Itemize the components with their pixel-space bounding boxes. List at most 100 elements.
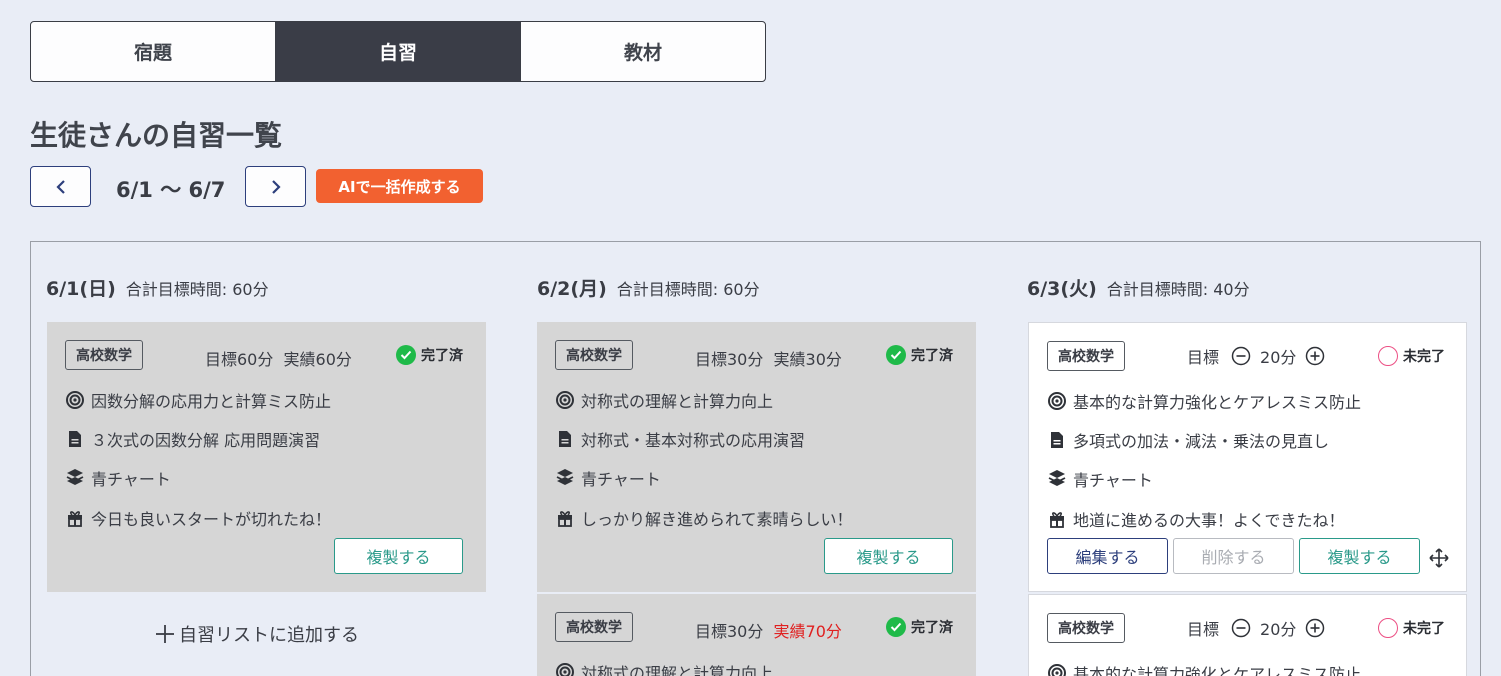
- goal-text: 対称式の理解と計算力向上: [581, 664, 774, 676]
- material-row: 青チャート: [555, 466, 661, 490]
- add-label: 自習リストに追加する: [179, 625, 359, 646]
- target-time: 目標30分: [695, 350, 764, 369]
- goal-row: 因数分解の応用力と計算ミス防止: [65, 388, 331, 412]
- target-icon: [1047, 663, 1067, 676]
- minus-circle-icon[interactable]: [1231, 618, 1251, 638]
- minutes-value: 20分: [1260, 348, 1297, 367]
- goal-text: 基本的な計算力強化とケアレスミス防止: [1073, 665, 1362, 676]
- comment-text: 今日も良いスタートが切れたね！: [91, 510, 332, 529]
- content-row: 対称式・基本対称式の応用演習: [555, 427, 805, 451]
- document-icon: [1047, 430, 1067, 450]
- target-icon: [65, 390, 85, 410]
- day-header: 6/2(月) 合計目標時間: 60分: [537, 274, 760, 301]
- edit-button[interactable]: 編集する: [1047, 538, 1168, 574]
- status-label: 完了済: [911, 348, 953, 364]
- goal-row: 対称式の理解と計算力向上: [555, 660, 773, 676]
- study-card: 高校数学 目標 20分 未完了 基本的な計算力強化とケアレスミス防止 多項式の加…: [1028, 322, 1467, 592]
- goal-text: 基本的な計算力強化とケアレスミス防止: [1073, 393, 1362, 412]
- comment-row: 地道に進めるの大事！よくできたね！: [1047, 507, 1345, 531]
- study-card: 高校数学 目標30分 実績30分 完了済 対称式の理解と計算力向上 対称式・基本…: [537, 322, 976, 592]
- chevron-left-icon: [55, 179, 65, 194]
- duplicate-button[interactable]: 複製する: [824, 538, 953, 574]
- check-circle-icon: [886, 617, 906, 637]
- comment-text: 地道に進めるの大事！よくできたね！: [1073, 511, 1345, 530]
- actual-time: 実績70分: [773, 622, 842, 641]
- ai-bulk-create-button[interactable]: AIで一括作成する: [316, 169, 483, 203]
- study-card: 高校数学 目標60分 実績60分 完了済 因数分解の応用力と計算ミス防止 ３次式…: [47, 322, 486, 592]
- comment-row: 今日も良いスタートが切れたね！: [65, 506, 331, 530]
- subject-badge: 高校数学: [555, 612, 633, 642]
- target-time: 目標60分: [205, 350, 274, 369]
- gift-icon: [1047, 509, 1067, 529]
- day-date: 6/1(日): [46, 278, 116, 300]
- page-title: 生徒さんの自習一覧: [30, 119, 283, 152]
- check-circle-icon: [886, 345, 906, 365]
- status-badge: 完了済: [886, 345, 953, 365]
- status-label: 完了済: [911, 620, 953, 636]
- day-total: 合計目標時間: 60分: [616, 280, 760, 299]
- day-header: 6/1(日) 合計目標時間: 60分: [46, 274, 269, 301]
- tab-bar: 宿題 自習 教材: [30, 21, 766, 82]
- day-header: 6/3(火) 合計目標時間: 40分: [1027, 274, 1250, 301]
- document-icon: [555, 429, 575, 449]
- next-week-button[interactable]: [245, 166, 306, 207]
- target-icon: [555, 390, 575, 410]
- subject-badge: 高校数学: [555, 340, 633, 370]
- time-stepper: 目標 20分: [1187, 616, 1325, 640]
- books-icon: [1047, 469, 1067, 489]
- duplicate-button[interactable]: 複製する: [1299, 538, 1420, 574]
- material-row: 青チャート: [65, 466, 171, 490]
- goal-text: 対称式の理解と計算力向上: [581, 392, 774, 411]
- subject-badge: 高校数学: [65, 340, 143, 370]
- material-text: 青チャート: [1073, 471, 1153, 490]
- tab-materials[interactable]: 教材: [520, 22, 765, 81]
- day-total: 合計目標時間: 60分: [125, 280, 269, 299]
- plus-circle-icon[interactable]: [1305, 346, 1325, 366]
- day-date: 6/3(火): [1027, 278, 1097, 300]
- plus-circle-icon[interactable]: [1305, 618, 1325, 638]
- subject-badge: 高校数学: [1047, 613, 1125, 643]
- target-label: 目標: [1187, 620, 1220, 639]
- comment-text: しっかり解き進められて素晴らしい！: [581, 510, 853, 529]
- books-icon: [555, 468, 575, 488]
- goal-text: 因数分解の応用力と計算ミス防止: [91, 392, 332, 411]
- gift-icon: [555, 508, 575, 528]
- tab-self-study[interactable]: 自習: [275, 22, 520, 81]
- goal-row: 対称式の理解と計算力向上: [555, 388, 773, 412]
- actual-time: 実績30分: [773, 350, 842, 369]
- chevron-right-icon: [271, 179, 281, 194]
- comment-row: しっかり解き進められて素晴らしい！: [555, 506, 853, 530]
- document-icon: [65, 429, 85, 449]
- plus-icon: [155, 624, 175, 644]
- time-summary: 目標30分 実績70分: [695, 618, 842, 642]
- books-icon: [65, 468, 85, 488]
- drag-handle-icon[interactable]: [1429, 548, 1449, 568]
- content-text: 対称式・基本対称式の応用演習: [581, 431, 806, 450]
- study-card: 高校数学 目標30分 実績70分 完了済 対称式の理解と計算力向上: [537, 594, 976, 676]
- status-badge[interactable]: 未完了: [1378, 346, 1445, 366]
- study-card: 高校数学 目標 20分 未完了 基本的な計算力強化とケアレスミス防止: [1028, 594, 1467, 676]
- day-total: 合計目標時間: 40分: [1106, 280, 1250, 299]
- minutes-value: 20分: [1260, 620, 1297, 639]
- status-badge: 完了済: [396, 345, 463, 365]
- minus-circle-icon[interactable]: [1231, 346, 1251, 366]
- status-badge[interactable]: 未完了: [1378, 618, 1445, 638]
- empty-circle-icon: [1378, 346, 1398, 366]
- goal-row: 基本的な計算力強化とケアレスミス防止: [1047, 661, 1361, 676]
- material-text: 青チャート: [91, 470, 171, 489]
- status-label: 完了済: [421, 348, 463, 364]
- goal-row: 基本的な計算力強化とケアレスミス防止: [1047, 389, 1361, 413]
- tab-homework[interactable]: 宿題: [31, 22, 275, 81]
- delete-button[interactable]: 削除する: [1173, 538, 1294, 574]
- add-to-study-list-link[interactable]: 自習リストに追加する: [155, 621, 359, 647]
- target-icon: [1047, 391, 1067, 411]
- target-time: 目標30分: [695, 622, 764, 641]
- time-summary: 目標30分 実績30分: [695, 346, 842, 370]
- prev-week-button[interactable]: [30, 166, 91, 207]
- time-stepper: 目標 20分: [1187, 344, 1325, 368]
- gift-icon: [65, 508, 85, 528]
- duplicate-button[interactable]: 複製する: [334, 538, 463, 574]
- target-label: 目標: [1187, 348, 1220, 367]
- status-badge: 完了済: [886, 617, 953, 637]
- material-row: 青チャート: [1047, 467, 1153, 491]
